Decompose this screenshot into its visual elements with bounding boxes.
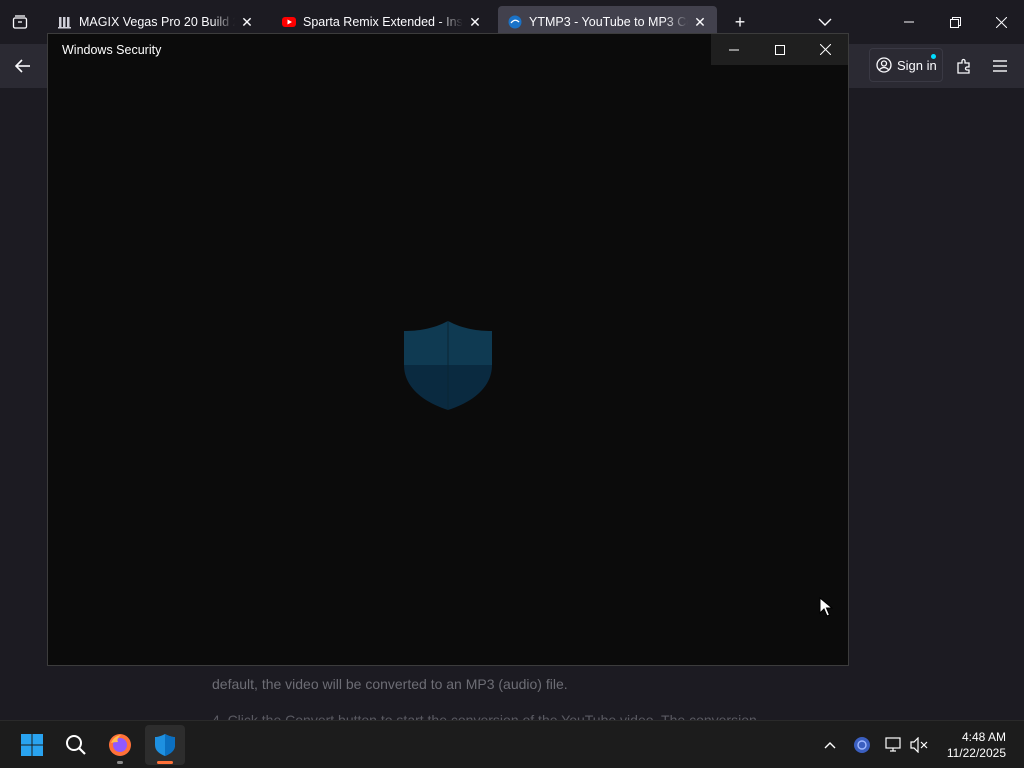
page-paragraph: default, the video will be converted to …: [212, 676, 568, 692]
youtube-icon: [282, 15, 296, 29]
start-windows-icon[interactable]: [12, 725, 52, 765]
list-all-tabs-chevron-icon[interactable]: [813, 10, 837, 34]
close-tab-icon[interactable]: ✕: [468, 14, 482, 31]
page-paragraph: 4. Click the Convert button to start the…: [212, 712, 757, 720]
close-button[interactable]: [802, 34, 848, 65]
show-hidden-icons-chevron-icon[interactable]: [818, 733, 842, 757]
ytmp3-icon: [508, 15, 522, 29]
maximize-button[interactable]: [757, 34, 803, 65]
browser-restore-button[interactable]: [932, 8, 978, 36]
window-caption-buttons: [711, 34, 848, 65]
browser-minimize-button[interactable]: [886, 8, 932, 36]
clock-date: 11/22/2025: [946, 746, 1006, 760]
tab-overview-icon[interactable]: [8, 10, 32, 34]
running-indicator: [117, 761, 123, 764]
active-indicator: [157, 761, 173, 764]
windows-security-shield-icon: [404, 321, 492, 410]
clock-time: 4:48 AM: [961, 730, 1006, 744]
windows-security-taskbar-icon[interactable]: [145, 725, 185, 765]
window-title: Windows Security: [62, 43, 162, 57]
library-icon: [58, 15, 72, 29]
back-arrow-icon[interactable]: [10, 54, 36, 78]
tab-title: YTMP3 - YouTube to MP3 Converter: [529, 15, 688, 29]
tab-title: MAGIX Vegas Pro 20 Build 214: [79, 15, 235, 29]
sign-in-button[interactable]: Sign in: [869, 48, 943, 82]
search-icon[interactable]: [56, 725, 96, 765]
minimize-button[interactable]: [711, 34, 757, 65]
close-tab-icon[interactable]: ✕: [693, 14, 707, 31]
mouse-cursor-icon: [819, 597, 833, 617]
tray-app-icon[interactable]: [850, 733, 874, 757]
new-tab-button[interactable]: +: [728, 10, 752, 34]
volume-muted-icon[interactable]: [907, 733, 931, 757]
network-icon[interactable]: [882, 733, 906, 757]
windows-security-window: Windows Security: [47, 33, 849, 666]
close-tab-icon[interactable]: ✕: [240, 14, 254, 31]
windows-taskbar: 4:48 AM 11/22/2025: [0, 720, 1024, 768]
account-icon: [876, 57, 892, 73]
extensions-icon[interactable]: [951, 54, 977, 78]
firefox-icon[interactable]: [100, 725, 140, 765]
notification-dot: [931, 54, 936, 59]
browser-close-button[interactable]: [978, 8, 1024, 36]
menu-hamburger-icon[interactable]: [987, 54, 1013, 78]
taskbar-clock[interactable]: 4:48 AM 11/22/2025: [947, 729, 1006, 761]
sign-in-label: Sign in: [897, 57, 937, 73]
tab-title: Sparta Remix Extended - Instrumental: [303, 15, 463, 29]
